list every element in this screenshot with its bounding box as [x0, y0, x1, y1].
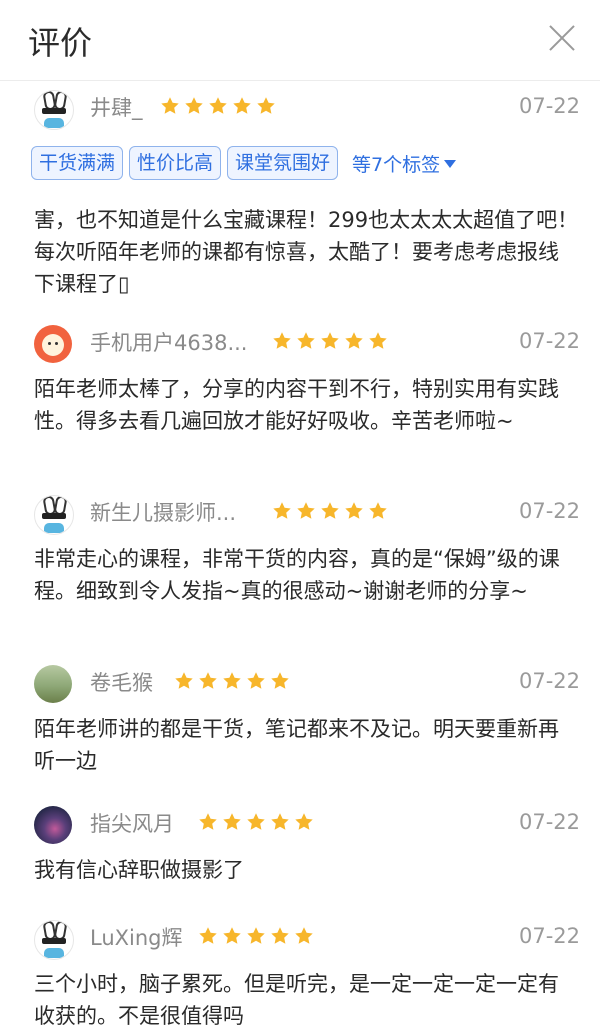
- star-icon: [247, 813, 265, 830]
- star-rating: [174, 671, 290, 690]
- star-icon: [345, 502, 363, 519]
- star-icon: [185, 97, 203, 114]
- star-rating: [272, 331, 388, 350]
- star-icon: [295, 813, 313, 830]
- star-icon: [369, 502, 387, 519]
- review-text: 陌年老师讲的都是干货，笔记都来不及记。明天要重新再听一边: [34, 717, 559, 773]
- review-text: 害，也不知道是什么宝藏课程！299也太太太太超值了吧！每次听陌年老师的课都有惊喜…: [34, 208, 579, 296]
- review-text: 我有信心辞职做摄影了: [34, 858, 244, 882]
- avatar[interactable]: [34, 495, 74, 535]
- star-rating: [198, 926, 314, 945]
- page-title: 评价: [28, 24, 93, 62]
- more-tags-toggle[interactable]: 等7个标签: [352, 150, 457, 177]
- star-icon: [345, 332, 363, 349]
- reviewer-name: 指尖风月: [90, 812, 174, 836]
- header: 评价: [0, 0, 600, 81]
- star-icon: [271, 813, 289, 830]
- star-icon: [247, 672, 265, 689]
- review-item: 新生儿摄影师... 07-22 非常走心的课程，非常干货的内容，真的是“保姆”级…: [0, 493, 600, 603]
- review-item: 卷毛猴 07-22 陌年老师讲的都是干货，笔记都来不及记。明天要重新再听一边: [0, 663, 600, 773]
- star-icon: [295, 927, 313, 944]
- star-rating: [198, 812, 314, 831]
- tag-chip[interactable]: 课堂氛围好: [227, 146, 339, 180]
- star-icon: [321, 332, 339, 349]
- review-date: 07-22: [518, 329, 580, 353]
- review-item: LuXing辉 07-22 三个小时，脑子累死。但是听完，是一定一定一定一定有收…: [0, 918, 600, 1028]
- star-icon: [369, 332, 387, 349]
- avatar[interactable]: [34, 665, 72, 703]
- star-icon: [161, 97, 179, 114]
- review-text: 三个小时，脑子累死。但是听完，是一定一定一定一定有收获的。不是很值得吗: [34, 972, 559, 1028]
- reviewer-name: 卷毛猴: [90, 671, 153, 695]
- avatar[interactable]: [34, 90, 74, 130]
- review-date: 07-22: [518, 94, 580, 118]
- review-item: 指尖风月 07-22 我有信心辞职做摄影了: [0, 804, 600, 882]
- review-date: 07-22: [518, 499, 580, 523]
- reviewer-name: LuXing辉: [90, 926, 183, 950]
- reviewer-name: 新生儿摄影师...: [90, 501, 237, 525]
- more-tags-label: 等7个标签: [352, 153, 441, 176]
- review-date: 07-22: [518, 924, 580, 948]
- star-icon: [223, 813, 241, 830]
- star-icon: [209, 97, 227, 114]
- review-text: 陌年老师太棒了，分享的内容干到不行，特别实用有实践性。得多去看几遍回放才能好好吸…: [34, 377, 559, 433]
- star-icon: [223, 927, 241, 944]
- star-icon: [271, 672, 289, 689]
- avatar[interactable]: [34, 325, 72, 363]
- avatar[interactable]: [34, 920, 74, 960]
- star-icon: [199, 672, 217, 689]
- review-text: 非常走心的课程，非常干货的内容，真的是“保姆”级的课程。细致到令人发指~真的很感…: [34, 547, 560, 603]
- star-icon: [257, 97, 275, 114]
- reviewer-name: 井肆_: [90, 96, 143, 120]
- star-icon: [297, 502, 315, 519]
- review-date: 07-22: [518, 810, 580, 834]
- star-icon: [199, 813, 217, 830]
- star-icon: [233, 97, 251, 114]
- star-icon: [199, 927, 217, 944]
- star-rating: [160, 96, 276, 115]
- star-icon: [223, 672, 241, 689]
- avatar[interactable]: [34, 806, 72, 844]
- tag-chip[interactable]: 性价比高: [129, 146, 222, 180]
- tag-list: 干货满满 性价比高 课堂氛围好 等7个标签: [31, 146, 457, 180]
- review-item: 手机用户4638... 07-22 陌年老师太棒了，分享的内容干到不行，特别实用…: [0, 323, 600, 433]
- caret-down-icon: [444, 159, 457, 168]
- tag-chip[interactable]: 干货满满: [31, 146, 124, 180]
- star-icon: [175, 672, 193, 689]
- star-icon: [297, 332, 315, 349]
- star-icon: [273, 332, 291, 349]
- star-icon: [247, 927, 265, 944]
- star-rating: [272, 501, 388, 520]
- review-date: 07-22: [518, 669, 580, 693]
- star-icon: [273, 502, 291, 519]
- review-item: 井肆_ 07-22 干货满满 性价比高 课堂氛围好 等7个标签 害，也不知道是什…: [0, 88, 600, 296]
- star-icon: [271, 927, 289, 944]
- star-icon: [321, 502, 339, 519]
- reviewer-name: 手机用户4638...: [90, 331, 248, 355]
- close-icon[interactable]: [548, 24, 576, 52]
